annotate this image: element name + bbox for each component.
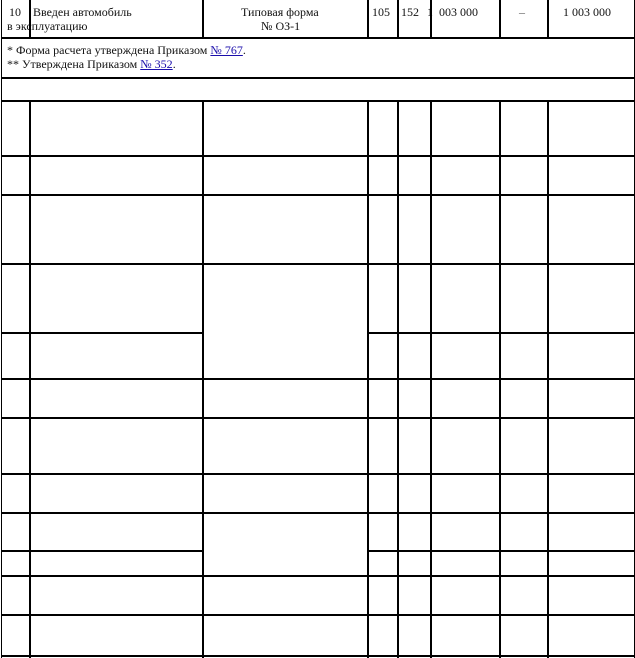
divider <box>2 614 634 616</box>
divider <box>2 263 634 265</box>
divider <box>2 473 634 475</box>
accounting-table: 10 Введен автомобиль в эксплуатацию Типо… <box>1 0 635 658</box>
document-line-1: Типовая форма <box>241 5 319 19</box>
column-line <box>29 0 31 37</box>
divider <box>2 155 634 157</box>
column-line <box>397 100 399 658</box>
credit-account: 152 <box>401 5 419 19</box>
footnote-1: * Форма расчета утверждена Приказом № 76… <box>7 43 246 57</box>
debit-account: 105 <box>372 5 390 19</box>
row-number: 10 <box>9 5 21 19</box>
divider <box>2 378 634 380</box>
divider <box>2 332 202 334</box>
column-line <box>547 0 549 37</box>
operation-line-1: Введен автомобиль <box>33 5 132 19</box>
footnote-2: ** Утверждена Приказом № 352. <box>7 57 246 71</box>
column-line <box>202 0 204 37</box>
total: 1 003 000 <box>563 5 611 19</box>
column-line <box>499 100 501 658</box>
divider <box>2 100 634 102</box>
column-line <box>29 100 31 658</box>
column-line <box>367 0 369 37</box>
column-line <box>202 100 204 658</box>
divider <box>2 194 634 196</box>
divider <box>2 655 634 657</box>
order-767-link[interactable]: № 767 <box>210 43 242 57</box>
divider <box>2 37 634 39</box>
footnote-1-text: * Форма расчета утверждена Приказом <box>7 43 211 57</box>
column-line <box>499 0 501 37</box>
divider <box>2 417 634 419</box>
divider <box>2 77 634 79</box>
order-352-link[interactable]: № 352 <box>140 57 172 71</box>
dash: – <box>519 5 525 19</box>
divider <box>2 575 634 577</box>
column-line <box>430 0 432 37</box>
column-line <box>430 100 432 658</box>
operation-line-2: в эксплуатацию <box>7 19 88 33</box>
amount: 003 000 <box>439 5 478 19</box>
footnote-2-end: . <box>172 57 176 71</box>
document-line-2: № ОЗ-1 <box>261 19 301 33</box>
column-line <box>547 100 549 658</box>
column-line <box>397 0 399 37</box>
divider <box>2 550 202 552</box>
footnote-2-text: ** Утверждена Приказом <box>7 57 141 71</box>
divider <box>2 512 634 514</box>
footnote-1-end: . <box>242 43 246 57</box>
footnotes: * Форма расчета утверждена Приказом № 76… <box>7 43 246 71</box>
column-line <box>367 100 369 658</box>
